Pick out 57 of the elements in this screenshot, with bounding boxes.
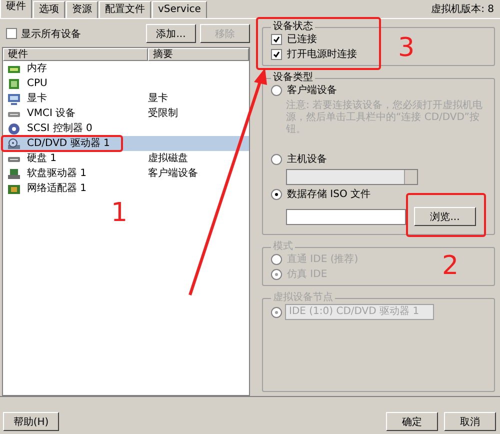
hardware-row[interactable]: 内存 — [3, 61, 249, 76]
tab[interactable]: 配置文件 — [99, 1, 151, 18]
input-field[interactable] — [286, 208, 406, 224]
tab[interactable]: 选项 — [33, 1, 65, 18]
tab[interactable]: vService — [152, 1, 207, 18]
group-title: 设备状态 — [272, 21, 314, 33]
table-cell-text: 受限制 — [148, 108, 179, 120]
scsi-icon — [7, 122, 21, 134]
column-header[interactable]: 硬件 — [3, 48, 148, 61]
version-label: 虚拟机版本: 8 — [431, 2, 495, 17]
tab[interactable]: 硬件 — [0, 0, 32, 18]
ok-button[interactable]: 确定 — [386, 412, 438, 430]
table-cell-text: 虚拟磁盘 — [148, 152, 189, 164]
list-button[interactable]: 添加... — [146, 24, 196, 43]
hardware-row[interactable]: 软盘驱动器 1 客户端设备 — [3, 166, 249, 181]
hardware-row[interactable]: 显卡 显卡 — [3, 91, 249, 106]
radio-label: 数据存储 ISO 文件 — [287, 188, 371, 201]
table-cell: VMCI 设备 — [27, 108, 76, 120]
hardware-row[interactable]: 硬盘 1 虚拟磁盘 — [3, 151, 249, 166]
cancel-button[interactable]: 取消 — [444, 412, 496, 430]
annotation-number: 3 — [398, 35, 415, 61]
table-cell: 软盘驱动器 1 — [27, 168, 87, 180]
column-header[interactable]: 摘要 — [148, 48, 249, 61]
hardware-row[interactable]: CPU — [3, 76, 249, 91]
checkbox-label: 显示所有设备 — [21, 28, 81, 40]
hardware-row[interactable]: VMCI 设备 受限制 — [3, 106, 249, 121]
group-title: 设备类型 — [272, 72, 314, 84]
tab[interactable]: 资源 — [66, 1, 98, 18]
checkbox[interactable] — [271, 34, 282, 45]
checkbox-label: 打开电源时连接 — [287, 48, 357, 61]
browse-button[interactable]: 浏览... — [414, 207, 476, 226]
table-cell: 显卡 — [27, 92, 47, 104]
help-button[interactable]: 帮助(H) — [3, 412, 59, 430]
floppy-icon — [7, 168, 21, 180]
table-cell: CD/DVD 驱动器 1 — [27, 138, 110, 150]
annotation-number: 1 — [111, 200, 128, 226]
table-cell: 内存 — [27, 62, 47, 74]
radio-button[interactable] — [271, 154, 282, 165]
annotation-number: 2 — [442, 253, 459, 279]
cpu-icon — [7, 78, 21, 90]
hardware-row[interactable]: 网络适配器 1 — [3, 181, 249, 196]
table-cell: 网络适配器 1 — [27, 182, 87, 194]
table-cell-text: 客户端设备 — [148, 168, 199, 180]
table-cell: CPU — [27, 78, 48, 90]
display-icon — [7, 92, 21, 104]
table-cell-text: 显卡 — [148, 92, 169, 104]
table-cell: SCSI 控制器 0 — [27, 122, 92, 134]
checkbox[interactable] — [6, 28, 17, 39]
radio-button[interactable] — [271, 85, 282, 96]
checkbox[interactable] — [271, 49, 282, 60]
network-icon — [7, 182, 21, 194]
radio-label: 主机设备 — [287, 153, 327, 166]
radio-label: 客户端设备 — [287, 84, 337, 97]
table-cell: 硬盘 1 — [27, 152, 57, 164]
hardware-row[interactable]: SCSI 控制器 0 — [3, 121, 249, 136]
radio-button[interactable] — [271, 189, 282, 200]
checkbox-label: 已连接 — [287, 33, 317, 46]
